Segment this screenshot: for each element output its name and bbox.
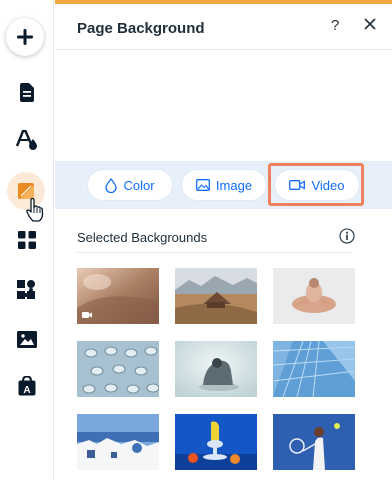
tab-color-label: Color [123,177,155,193]
hand-cursor-icon [26,198,44,222]
close-icon[interactable] [360,14,380,34]
page-icon [20,82,34,102]
background-type-tabs: Color Image Video [55,161,392,209]
tab-image[interactable]: Image [182,170,266,200]
tab-image-label: Image [215,177,253,193]
editor-window: A Page Background ? Color Image Video Se… [0,0,392,480]
thumbnail-7[interactable] [77,414,159,470]
page-background-panel: Page Background ? Color Image Video Sele… [55,0,392,480]
add-elements-button[interactable] [6,18,44,56]
plus-icon [17,29,33,45]
image-icon [195,179,210,191]
help-button[interactable]: ? [331,17,339,34]
thumbnail-4[interactable] [77,341,159,397]
thumbnail-5[interactable] [175,341,257,397]
thumbnail-6[interactable] [273,341,355,397]
tab-video-label: Video [311,177,345,193]
app-market-button[interactable]: A [7,366,47,406]
panel-title: Page Background [77,20,205,37]
thumbnail-9[interactable] [273,414,355,470]
info-icon[interactable] [339,228,355,244]
video-camera-icon [289,180,306,190]
section-divider [77,252,352,253]
thumbnail-2[interactable] [175,268,257,324]
apps-button[interactable] [7,220,47,260]
store-bag-icon: A [18,376,36,396]
pages-button[interactable] [7,72,47,112]
grid-icon [18,231,36,249]
left-toolbar: A [0,0,54,480]
panel-header: Page Background ? [55,4,392,50]
text-theme-icon [16,130,37,150]
thumbnail-1[interactable] [77,268,159,324]
media-button[interactable] [7,319,47,359]
thumbnail-3[interactable] [273,268,355,324]
image-icon [17,330,37,348]
droplet-icon [105,177,118,193]
selected-backgrounds-label: Selected Backgrounds [77,230,208,245]
theme-design-button[interactable] [7,120,47,160]
background-icon [18,183,34,199]
add-apps-button[interactable] [7,270,47,310]
thumbnail-8[interactable] [175,414,257,470]
tab-video[interactable]: Video [275,170,359,200]
tab-color[interactable]: Color [88,170,172,200]
svg-text:A: A [23,385,30,396]
puzzle-icon [17,280,35,299]
